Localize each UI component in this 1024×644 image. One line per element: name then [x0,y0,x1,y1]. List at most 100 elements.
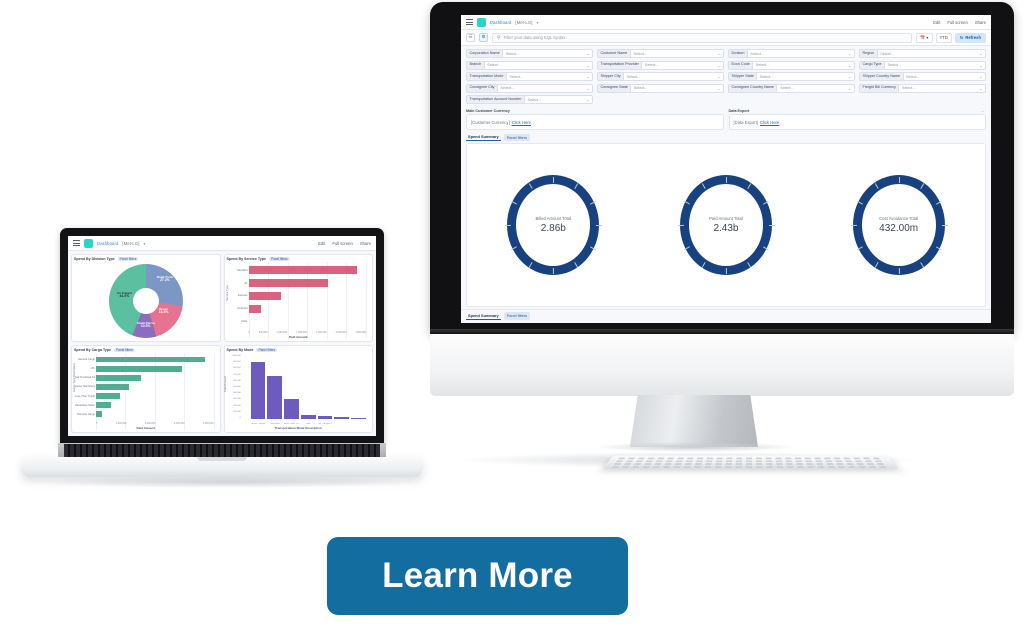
filter-cargo-type[interactable]: Cargo Type Select... ⌄ [859,60,986,70]
filter-transportation-provider[interactable]: Transportation Provider Select... ⌄ [597,60,724,70]
bar[interactable] [250,361,266,419]
full-screen-button[interactable]: Full screen [332,241,352,246]
filter-select[interactable]: Select... ⌄ [497,83,593,93]
filter-consignee-country-name[interactable]: Consignee Country Name Select... ⌄ [728,83,855,93]
chevron-down-icon[interactable]: ⌄ [979,74,982,79]
filter-econ-code[interactable]: Econ Code Select... ⌄ [728,60,855,70]
filter-division[interactable]: Division Select... ⌄ [728,49,855,58]
filter-select[interactable]: Select... ⌄ [623,72,724,81]
chevron-down-icon[interactable]: ⌄ [586,74,589,79]
refresh-button[interactable]: ↻ Refresh [954,32,986,43]
bar[interactable] [300,415,316,419]
chevron-down-icon[interactable]: ⌄ [979,63,982,68]
filter-select[interactable]: Select... ⌄ [630,83,724,93]
chevron-down-icon[interactable]: ⌄ [717,86,720,91]
bar[interactable] [334,417,350,419]
breadcrumb-home[interactable]: Dashboard [97,241,118,246]
filter-select[interactable]: Select... ⌄ [902,72,986,81]
bar[interactable] [96,384,130,390]
filter-select[interactable]: Select... ⌄ [641,60,724,70]
gear-icon[interactable]: ⚙ [479,33,488,42]
filter-select[interactable]: Select... ⌄ [523,95,593,104]
bar[interactable] [96,393,120,400]
panel-filters-chip[interactable]: Panel filters [114,348,135,352]
filter-select[interactable]: Select... ⌄ [746,49,855,58]
filter-customer-name[interactable]: Customer Name Select... ⌄ [597,49,724,58]
search-input[interactable]: ⚲ Filter your data using KQL syntax [492,32,913,43]
chevron-down-icon[interactable]: ⌄ [586,97,589,102]
filter-transportation-account-number[interactable]: Transportation Account Number Select... ⌄ [466,95,593,104]
bar[interactable] [267,375,283,419]
filter-consignee-city[interactable]: Consignee City Select... ⌄ [466,83,593,93]
hamburger-icon[interactable] [73,240,80,246]
tab-spend-summary[interactable]: Spend Summary [466,133,501,141]
edit-button[interactable]: Edit [933,20,940,25]
bar[interactable] [96,402,112,409]
link-card-link[interactable]: Click Here [760,120,779,125]
share-button[interactable]: Share [975,20,986,25]
filter-shipper-country-name[interactable]: Shipper Country Name Select... ⌄ [859,72,986,81]
date-range-picker[interactable]: YTD [935,32,952,43]
filter-select[interactable]: Select... ⌄ [752,60,855,70]
filter-select[interactable]: Select... ⌄ [884,60,986,70]
chevron-down-icon[interactable]: ⌄ [848,74,851,79]
chevron-down-icon[interactable]: ⌄ [848,86,851,91]
filter-freight-bill-currency[interactable]: Freight Bill Currency Select... ⌄ [859,83,986,93]
filter-select[interactable]: Select... ⌄ [502,49,593,58]
bar[interactable] [351,418,366,419]
chevron-down-icon[interactable]: ⌄ [848,51,851,56]
bar[interactable] [248,266,358,275]
filter-transportation-mode[interactable]: Transportation Mode Select... ⌄ [466,72,593,81]
filter-consignee-state[interactable]: Consignee State Select... ⌄ [597,83,724,93]
chevron-down-icon[interactable]: ⌄ [717,63,720,68]
chevron-down-icon[interactable]: ▾ [143,241,145,246]
chevron-down-icon[interactable]: ⌄ [586,86,589,91]
chevron-down-icon[interactable]: ⌄ [848,63,851,68]
chevron-down-icon[interactable]: ⌄ [586,63,589,68]
chevron-down-icon[interactable]: ⌄ [717,51,720,56]
bar[interactable] [96,356,205,363]
bar[interactable] [96,411,103,418]
filter-select[interactable]: Select... ⌄ [483,60,593,70]
bar[interactable] [317,415,333,419]
filter-select[interactable]: Select... ⌄ [756,72,855,81]
panel-filters-chip[interactable]: Panel filters [268,257,290,261]
bar[interactable] [248,291,282,301]
full-screen-button[interactable]: Full screen [947,20,967,25]
filter-icon[interactable]: ☰ [466,33,475,42]
chevron-down-icon[interactable]: ⌄ [979,86,982,91]
bottom-tab-spend-summary[interactable]: Spend Summary [466,312,501,320]
chevron-down-icon[interactable]: ⌄ [979,51,982,56]
bottom-tab-panel-filters[interactable]: Panel filters [503,312,531,320]
filter-select[interactable]: Select... ⌄ [876,49,986,58]
learn-more-button[interactable]: Learn More [327,537,628,615]
hamburger-icon[interactable] [466,19,473,25]
share-button[interactable]: Share [360,241,371,246]
filter-corporation-name[interactable]: Corporation Name Select... ⌄ [466,49,593,58]
filter-region[interactable]: Region Select... ⌄ [859,49,986,58]
filter-select[interactable]: Select... ⌄ [629,49,724,58]
filter-select[interactable]: Select... ⌄ [505,72,593,81]
bar[interactable] [248,304,262,313]
filter-select[interactable]: Select... ⌄ [776,83,855,93]
panel-menu-icon[interactable]: ⋯ [981,109,986,114]
link-card-link[interactable]: Click Here [512,120,531,125]
filter-shipper-state[interactable]: Shipper State Select... ⌄ [728,72,855,81]
filter-shipper-city[interactable]: Shipper City Select... ⌄ [597,72,724,81]
breadcrumb-current[interactable]: [Met-LG] [515,20,532,25]
bar[interactable] [96,374,141,381]
bar[interactable] [248,279,329,288]
filter-branch[interactable]: Branch Select... ⌄ [466,60,593,70]
bar[interactable] [284,399,299,419]
breadcrumb-current[interactable]: [Met-LG] [122,241,139,246]
edit-button[interactable]: Edit [318,241,325,246]
calendar-icon[interactable]: 📅 ▾ [916,32,933,43]
chevron-down-icon[interactable]: ⌄ [717,74,720,79]
breadcrumb-home[interactable]: Dashboard [490,20,511,25]
bar[interactable] [96,365,183,372]
tab-panel-filters[interactable]: Panel filters [503,133,531,141]
chevron-down-icon[interactable]: ⌄ [586,51,589,56]
panel-filters-chip[interactable]: Panel filters [256,348,278,352]
filter-select[interactable]: Select... ⌄ [898,83,986,93]
chevron-down-icon[interactable]: ▾ [536,20,538,25]
